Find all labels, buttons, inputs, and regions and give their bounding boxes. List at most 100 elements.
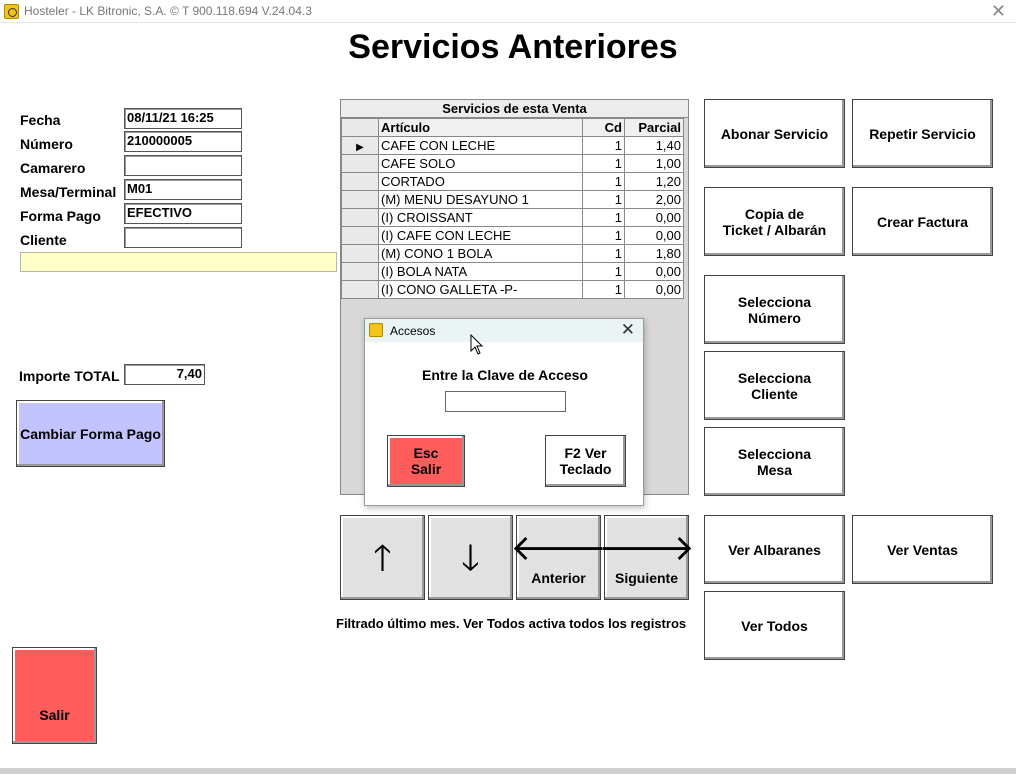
cell-articulo: (I) CROISSANT [378, 208, 583, 227]
selecciona-cliente-button[interactable]: Selecciona Cliente [704, 351, 845, 420]
app-icon [369, 323, 383, 337]
camarero-field[interactable] [124, 155, 242, 176]
selecciona-numero-button[interactable]: Selecciona Número [704, 275, 845, 344]
password-field[interactable] [445, 391, 566, 412]
window-title: Hosteler - LK Bitronic, S.A. © T 900.118… [24, 4, 312, 18]
arrow-up-icon: 🡑 [373, 536, 392, 578]
cell-articulo: (I) BOLA NATA [378, 262, 583, 281]
cell-parcial: 1,00 [624, 154, 684, 173]
row-indicator [341, 208, 379, 227]
copia-ticket-albaran-button[interactable]: Copia de Ticket / Albarán [704, 187, 845, 256]
mesa-terminal-field[interactable]: M01 [124, 179, 242, 200]
dialog-prompt: Entre la Clave de Acceso [421, 367, 588, 383]
table-row[interactable]: CAFE SOLO 1 1,00 [341, 154, 684, 173]
siguiente-button[interactable]: 🡒 Siguiente [598, 515, 695, 600]
crear-factura-button[interactable]: Crear Factura [852, 187, 993, 256]
cell-articulo: (M) MENU DESAYUNO 1 [378, 190, 583, 209]
ver-ventas-button[interactable]: Ver Ventas [852, 515, 993, 584]
anterior-button[interactable]: 🡐 Anterior [510, 515, 607, 600]
move-up-button[interactable]: 🡑 [340, 515, 425, 600]
row-indicator [341, 154, 379, 173]
cell-parcial: 0,00 [624, 262, 684, 281]
anterior-label: Anterior [531, 569, 586, 586]
cell-parcial: 1,40 [624, 136, 684, 155]
cell-cd: 1 [582, 154, 625, 173]
cell-cd: 1 [582, 226, 625, 245]
cell-parcial: 0,00 [624, 208, 684, 227]
row-indicator-header [341, 118, 379, 137]
importe-total-field: 7,40 [124, 364, 205, 385]
forma-pago-field[interactable]: EFECTIVO [124, 203, 242, 224]
f2-ver-teclado-button[interactable]: F2 Ver Teclado [545, 435, 626, 487]
page-title: Servicios Anteriores [348, 28, 678, 66]
accesos-dialog: Accesos ✕ Entre la Clave de Acceso Esc S… [364, 318, 644, 506]
cell-cd: 1 [582, 280, 625, 299]
cliente-field[interactable] [124, 227, 242, 248]
cambiar-forma-pago-button[interactable]: Cambiar Forma Pago [16, 400, 165, 467]
cell-cd: 1 [582, 172, 625, 191]
row-indicator [341, 280, 379, 299]
table-row[interactable]: ▶ CAFE CON LECHE 1 1,40 [341, 136, 684, 155]
table-row[interactable]: CORTADO 1 1,20 [341, 172, 684, 191]
cell-cd: 1 [582, 208, 625, 227]
cliente-label: Cliente [20, 232, 67, 248]
close-icon[interactable]: ✕ [621, 320, 635, 340]
table-row[interactable]: (M) MENU DESAYUNO 1 1 2,00 [341, 190, 684, 209]
cell-articulo: (I) CONO GALLETA -P- [378, 280, 583, 299]
numero-label: Número [20, 136, 73, 152]
ver-albaranes-button[interactable]: Ver Albaranes [704, 515, 845, 584]
column-header-articulo: Artículo [378, 118, 583, 137]
table-row[interactable]: (M) CONO 1 BOLA 1 1,80 [341, 244, 684, 263]
row-indicator [341, 172, 379, 191]
cell-cd: 1 [582, 244, 625, 263]
cell-articulo: CAFE SOLO [378, 154, 583, 173]
arrow-right-icon: 🡒 [598, 526, 695, 568]
client-info-bar [20, 252, 337, 272]
camarero-label: Camarero [20, 160, 86, 176]
selecciona-mesa-button[interactable]: Selecciona Mesa [704, 427, 845, 496]
app-icon [4, 4, 19, 19]
dialog-titlebar: Accesos ✕ [365, 319, 643, 342]
move-down-button[interactable]: 🡓 [428, 515, 513, 600]
mesa-terminal-label: Mesa/Terminal [20, 184, 117, 200]
row-indicator [341, 244, 379, 263]
filter-note: Filtrado último mes. Ver Todos activa to… [336, 616, 687, 631]
cell-parcial: 1,20 [624, 172, 684, 191]
fecha-field[interactable]: 08/11/21 16:25 [124, 108, 242, 129]
fecha-label: Fecha [20, 112, 61, 128]
cell-articulo: CAFE CON LECHE [378, 136, 583, 155]
repetir-servicio-button[interactable]: Repetir Servicio [852, 99, 993, 168]
cell-cd: 1 [582, 262, 625, 281]
table-row[interactable]: (I) CONO GALLETA -P- 1 0,00 [341, 280, 684, 299]
table-row[interactable]: (I) BOLA NATA 1 0,00 [341, 262, 684, 281]
grid-title: Servicios de esta Venta [341, 100, 688, 118]
row-selected-icon: ▶ [341, 136, 379, 155]
salir-button[interactable]: Salir [12, 647, 97, 744]
column-header-parcial: Parcial [624, 118, 684, 137]
siguiente-label: Siguiente [614, 569, 678, 586]
cell-parcial: 1,80 [624, 244, 684, 263]
row-indicator [341, 190, 379, 209]
cell-parcial: 2,00 [624, 190, 684, 209]
services-table: Artículo Cd Parcial ▶ CAFE CON LECHE 1 1… [341, 118, 684, 299]
row-indicator [341, 226, 379, 245]
cell-articulo: CORTADO [378, 172, 583, 191]
table-row[interactable]: (I) CROISSANT 1 0,00 [341, 208, 684, 227]
table-row[interactable]: (I) CAFE CON LECHE 1 0,00 [341, 226, 684, 245]
window-titlebar: Hosteler - LK Bitronic, S.A. © T 900.118… [0, 0, 1016, 23]
numero-field[interactable]: 210000005 [124, 131, 242, 152]
arrow-left-icon: 🡐 [510, 526, 607, 568]
bottom-border [0, 768, 1016, 774]
row-indicator [341, 262, 379, 281]
forma-pago-label: Forma Pago [20, 208, 101, 224]
cell-parcial: 0,00 [624, 226, 684, 245]
cell-parcial: 0,00 [624, 280, 684, 299]
esc-salir-button[interactable]: Esc Salir [387, 435, 465, 487]
abonar-servicio-button[interactable]: Abonar Servicio [704, 99, 845, 168]
close-icon[interactable]: ✕ [991, 1, 1006, 22]
mouse-cursor-icon [470, 334, 484, 355]
importe-total-label: Importe TOTAL [19, 368, 120, 384]
cell-articulo: (M) CONO 1 BOLA [378, 244, 583, 263]
ver-todos-button[interactable]: Ver Todos [704, 591, 845, 660]
arrow-down-icon: 🡓 [461, 536, 480, 578]
